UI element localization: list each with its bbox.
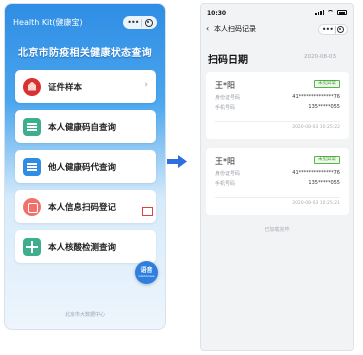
menu-item-label: 他人健康码代查询: [48, 162, 117, 173]
section-title: 扫码日期: [208, 55, 248, 66]
health-card-icon: [23, 117, 41, 136]
menu-item-self-health-code[interactable]: 本人健康码自查询: [15, 110, 156, 143]
status-badge: 未见异常: [314, 156, 340, 164]
voice-button-label: 语音: [140, 267, 153, 274]
id-value: 41**************76: [292, 170, 340, 176]
menu-item-label: 本人核酸检测查询: [48, 242, 117, 253]
record-timestamp: 2020-08-03 10:25:22: [292, 125, 340, 130]
record-timestamp: 2020-08-03 10:25:21: [292, 201, 340, 206]
status-indicators: [315, 10, 347, 15]
certificate-icon: [23, 77, 41, 96]
more-icon[interactable]: •••: [127, 18, 139, 27]
section-date: 2020-08-03: [304, 54, 336, 60]
right-phone-screen: 10:30 ‹ 本人扫码记录 ••• 扫码日期 2020-08-03 王*阳 未…: [200, 3, 354, 351]
service-menu: 证件样本 › 本人健康码自查询 他人健康码代查询 本人信息扫码登记 本人核酸检测…: [15, 70, 156, 270]
status-time: 10:30: [207, 10, 227, 17]
menu-item-scan-registration[interactable]: 本人信息扫码登记: [15, 190, 156, 223]
phone-value: 135*****055: [308, 104, 340, 110]
status-badge: 未见异常: [314, 80, 340, 88]
menu-item-nucleic-acid-test[interactable]: 本人核酸检测查询: [15, 230, 156, 263]
id-value: 41**************76: [292, 94, 340, 100]
voice-assistant-button[interactable]: 语音 Cantonese: [135, 261, 158, 284]
close-target-icon[interactable]: [144, 18, 153, 27]
more-icon[interactable]: •••: [322, 25, 334, 34]
phone-value: 135*****055: [308, 180, 340, 186]
divider: [215, 197, 340, 198]
divider: [215, 121, 340, 122]
record-name: 王*阳: [215, 81, 235, 90]
phone-label: 手机号码: [215, 181, 236, 187]
medical-cross-icon: [23, 237, 41, 256]
phone-label: 手机号码: [215, 105, 236, 111]
battery-icon: [337, 10, 347, 15]
record-name: 王*阳: [215, 157, 235, 166]
scan-record-card[interactable]: 王*阳 未见异常 身份证号码 41**************76 手机号码 1…: [206, 148, 349, 215]
nav-title: 本人扫码记录: [214, 25, 256, 33]
chevron-right-icon: ›: [144, 80, 148, 90]
menu-item-certificate-sample[interactable]: 证件样本 ›: [15, 70, 156, 103]
left-phone-screen: Health Kit(健康宝) ••• 北京市防疫相关健康状态查询 证件样本 ›…: [4, 3, 166, 330]
menu-item-label: 证件样本: [48, 82, 83, 93]
page-headline: 北京市防疫相关健康状态查询: [18, 48, 152, 59]
menu-item-proxy-health-code[interactable]: 他人健康码代查询: [15, 150, 156, 183]
close-target-icon[interactable]: [337, 26, 345, 33]
back-icon[interactable]: ‹: [206, 24, 209, 33]
capsule-divider: [334, 25, 336, 34]
nav-bar: ‹ 本人扫码记录 •••: [201, 22, 353, 38]
id-label: 身份证号码: [215, 171, 241, 177]
signal-icon: [315, 10, 324, 15]
scan-icon: [23, 197, 41, 216]
wifi-icon: [327, 10, 334, 15]
mini-program-capsule[interactable]: •••: [123, 16, 157, 29]
capsule-divider: [141, 18, 143, 27]
id-label: 身份证号码: [215, 95, 241, 101]
flow-arrow-icon: [167, 155, 187, 168]
app-title: Health Kit(健康宝): [13, 18, 83, 27]
footer-text: 北京市大数据中心: [64, 312, 105, 318]
menu-item-label: 本人信息扫码登记: [48, 202, 117, 213]
mini-program-capsule[interactable]: •••: [318, 24, 348, 35]
id-card-icon: [23, 157, 41, 176]
highlight-box: [142, 207, 153, 216]
scan-record-card[interactable]: 王*阳 未见异常 身份证号码 41**************76 手机号码 1…: [206, 72, 349, 139]
menu-item-label: 本人健康码自查询: [48, 122, 117, 133]
end-of-list-text: 已加载完毕: [264, 227, 290, 233]
voice-button-sublabel: Cantonese: [138, 274, 155, 278]
